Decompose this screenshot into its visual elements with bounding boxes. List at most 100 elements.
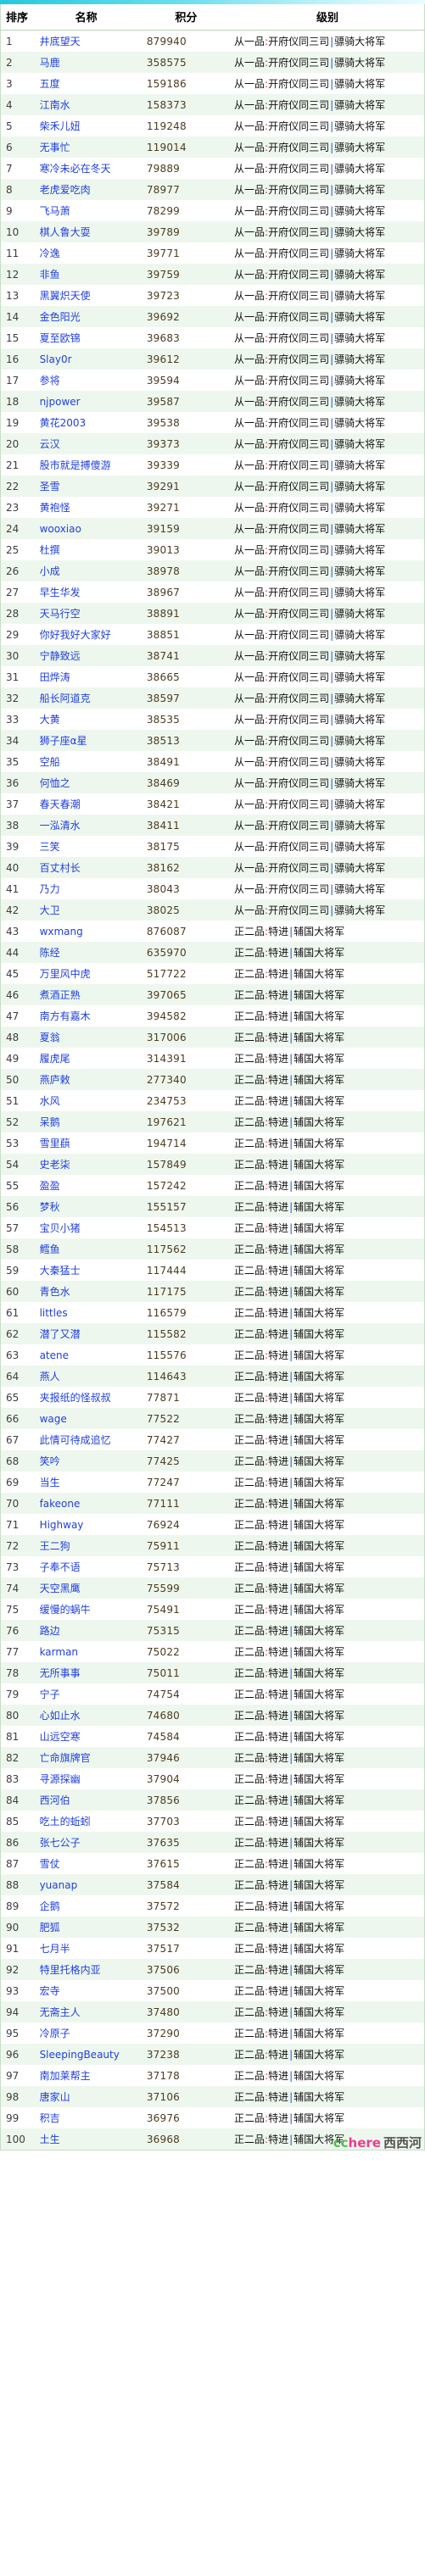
user-name-link[interactable]: 船长阿道克 <box>40 693 91 704</box>
user-name-link[interactable]: atene <box>40 1349 69 1361</box>
user-name-link[interactable]: 陈经 <box>40 947 60 959</box>
user-name-link[interactable]: 夹报纸的怪叔叔 <box>40 1392 111 1404</box>
user-name-link[interactable]: 履虎尾 <box>40 1053 70 1065</box>
user-name-link[interactable]: SleepingBeauty <box>40 2049 120 2061</box>
user-name-link[interactable]: 路边 <box>40 1625 60 1637</box>
user-name-link[interactable]: 天空黑鹰 <box>40 1583 81 1594</box>
user-name-link[interactable]: 心如止水 <box>40 1710 81 1722</box>
user-name-link[interactable]: 燕庐敕 <box>40 1074 70 1086</box>
user-name-link[interactable]: 西河伯 <box>40 1794 70 1806</box>
user-name-link[interactable]: 金色阳光 <box>40 311 81 323</box>
user-name-link[interactable]: 黄袍怪 <box>40 502 70 514</box>
user-name-link[interactable]: 大黄 <box>40 714 60 726</box>
user-name-link[interactable]: 非鱼 <box>40 269 60 281</box>
user-name-link[interactable]: 何恤之 <box>40 777 70 789</box>
user-name-link[interactable]: Highway <box>40 1519 84 1531</box>
user-name-link[interactable]: 狮子座α星 <box>40 735 87 747</box>
user-name-link[interactable]: 肥狐 <box>40 1922 60 1933</box>
user-name-link[interactable]: 潜了又潜 <box>40 1328 81 1340</box>
user-name-link[interactable]: 乃力 <box>40 883 60 895</box>
user-name-link[interactable]: njpower <box>40 396 81 408</box>
user-name-link[interactable]: 飞马萧 <box>40 205 70 217</box>
user-name-link[interactable]: 圣雪 <box>40 481 60 492</box>
user-name-link[interactable]: 冷原子 <box>40 2028 70 2039</box>
user-name-link[interactable]: littles <box>40 1307 68 1319</box>
user-name-link[interactable]: 梦秋 <box>40 1201 60 1213</box>
user-name-link[interactable]: 五度 <box>40 78 60 90</box>
user-name-link[interactable]: 棋人鲁大耍 <box>40 226 91 238</box>
user-name-link[interactable]: 寒冷未必在冬天 <box>40 163 111 175</box>
user-name-link[interactable]: 积吉 <box>40 2112 60 2124</box>
user-name-link[interactable]: 井底望天 <box>40 36 81 47</box>
user-name-link[interactable]: 云汉 <box>40 438 60 450</box>
user-name-link[interactable]: 马鹿 <box>40 57 60 69</box>
user-name-link[interactable]: 煮酒正熟 <box>40 989 81 1001</box>
user-name-link[interactable]: 青色水 <box>40 1286 70 1298</box>
user-name-link[interactable]: wage <box>40 1413 67 1425</box>
user-name-link[interactable]: fakeone <box>40 1498 81 1510</box>
user-name-link[interactable]: 唐家山 <box>40 2091 70 2103</box>
user-name-link[interactable]: 万里风中虎 <box>40 968 91 980</box>
user-name-link[interactable]: 史老柒 <box>40 1159 70 1171</box>
user-name-link[interactable]: 七月半 <box>40 1943 70 1955</box>
user-name-link[interactable]: 子奉不语 <box>40 1561 81 1573</box>
user-name-link[interactable]: 宁静致远 <box>40 650 81 662</box>
user-name-link[interactable]: 老虎爱吃肉 <box>40 184 91 196</box>
user-name-link[interactable]: 土生 <box>40 2134 60 2145</box>
user-name-link[interactable]: 三笑 <box>40 841 60 853</box>
user-name-link[interactable]: 空船 <box>40 756 60 768</box>
user-name-link[interactable]: 大秦猛士 <box>40 1265 81 1277</box>
user-name-link[interactable]: 江南水 <box>40 99 70 111</box>
user-name-link[interactable]: 宏寺 <box>40 1985 60 1997</box>
user-name-link[interactable]: 无事忙 <box>40 142 70 153</box>
user-name-link[interactable]: Slay0r <box>40 353 72 365</box>
user-name-link[interactable]: 缓慢的蜗牛 <box>40 1604 91 1616</box>
user-name-link[interactable]: 黄花2003 <box>40 417 87 429</box>
user-name-link[interactable]: 张七公子 <box>40 1837 81 1849</box>
user-name-link[interactable]: 吃土的蚯蚓 <box>40 1816 91 1828</box>
user-name-link[interactable]: 无斋主人 <box>40 2006 81 2018</box>
user-name-link[interactable]: wxmang <box>40 926 83 937</box>
user-name-link[interactable]: 盈盈 <box>40 1180 60 1192</box>
user-name-link[interactable]: 大卫 <box>40 904 60 916</box>
user-name-link[interactable]: 早生华发 <box>40 587 81 598</box>
user-name-link[interactable]: wooxiao <box>40 523 81 535</box>
user-name-link[interactable]: 雪里蕻 <box>40 1138 70 1149</box>
user-name-link[interactable]: 水风 <box>40 1095 60 1107</box>
user-name-link[interactable]: 黑翼炽天使 <box>40 290 91 302</box>
user-name-link[interactable]: 春天春潮 <box>40 798 81 810</box>
user-name-link[interactable]: 宁子 <box>40 1689 60 1700</box>
user-name-link[interactable]: 夏翁 <box>40 1032 60 1043</box>
user-name-link[interactable]: 宝贝小猪 <box>40 1222 81 1234</box>
user-name-link[interactable]: 无所事事 <box>40 1667 81 1679</box>
user-name-link[interactable]: 一泓清水 <box>40 820 81 832</box>
user-name-link[interactable]: 天马行空 <box>40 608 81 620</box>
user-name-link[interactable]: 寻源探幽 <box>40 1773 81 1785</box>
user-name-link[interactable]: 山远空寒 <box>40 1731 81 1743</box>
user-name-link[interactable]: 王二狗 <box>40 1540 70 1552</box>
user-name-link[interactable]: 参将 <box>40 375 60 387</box>
user-name-link[interactable]: 冷逸 <box>40 248 60 259</box>
user-name-link[interactable]: 当生 <box>40 1477 60 1488</box>
user-name-link[interactable]: 柴禾儿妞 <box>40 120 81 132</box>
user-name-link[interactable]: 百丈村长 <box>40 862 81 874</box>
user-name-link[interactable]: 夏至欧锦 <box>40 332 81 344</box>
user-name-link[interactable]: 南方有嘉木 <box>40 1010 91 1022</box>
user-name-link[interactable]: yuanap <box>40 1879 78 1891</box>
user-name-link[interactable]: 呆鹅 <box>40 1116 60 1128</box>
user-name-link[interactable]: 特里托格内亚 <box>40 1964 101 1976</box>
user-name-link[interactable]: 你好我好大家好 <box>40 629 111 641</box>
user-name-link[interactable]: 杜撰 <box>40 544 60 556</box>
user-name-link[interactable]: 小成 <box>40 565 60 577</box>
user-name-link[interactable]: 雪仗 <box>40 1858 60 1870</box>
user-name-link[interactable]: 股市就是搏傻游 <box>40 459 111 471</box>
user-name-link[interactable]: 企鹅 <box>40 1900 60 1912</box>
user-name-link[interactable]: 燕人 <box>40 1371 60 1383</box>
user-name-link[interactable]: 鳕鱼 <box>40 1243 60 1255</box>
user-name-link[interactable]: karman <box>40 1646 78 1658</box>
user-name-link[interactable]: 笑吟 <box>40 1455 60 1467</box>
user-name-link[interactable]: 此情可待成追忆 <box>40 1434 111 1446</box>
user-name-link[interactable]: 田烨涛 <box>40 671 70 683</box>
user-name-link[interactable]: 南加莱帮主 <box>40 2070 91 2082</box>
user-name-link[interactable]: 亡命旗牌官 <box>40 1752 91 1764</box>
